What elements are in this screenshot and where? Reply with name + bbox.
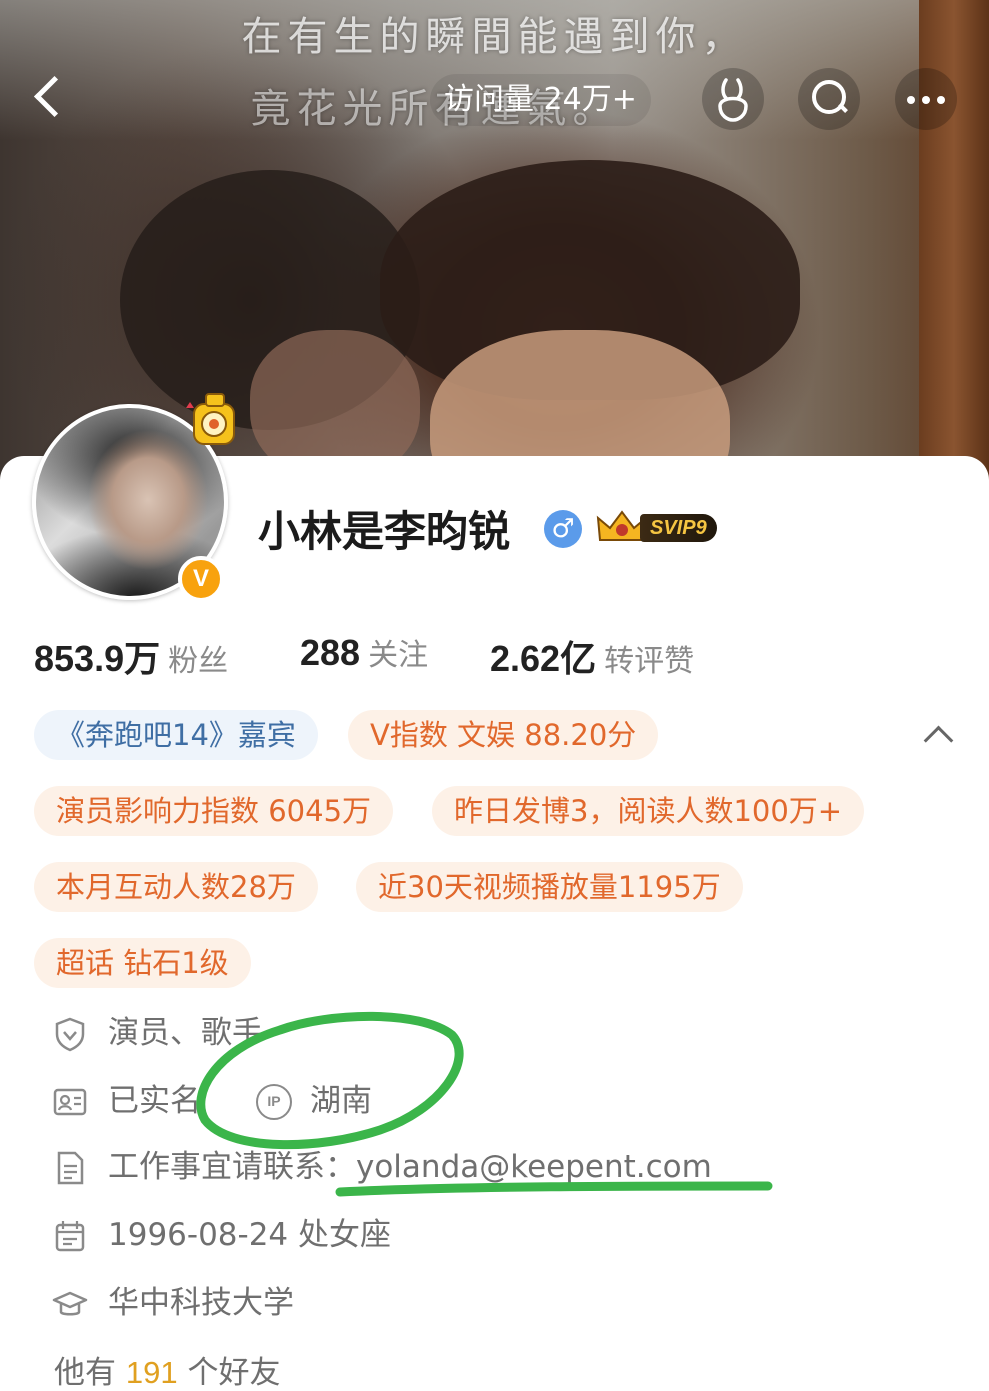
search-button[interactable]	[798, 68, 860, 130]
id-card-icon	[53, 1088, 87, 1116]
occupation-text: 演员、歌手	[108, 1015, 263, 1051]
male-gender-icon: ♂	[544, 510, 582, 548]
tag-show-guest[interactable]: 《奔跑吧14》嘉宾	[34, 710, 318, 760]
more-dot	[907, 96, 915, 104]
collapse-tags-button[interactable]	[918, 716, 962, 752]
tag-super-topic[interactable]: 超话 钻石1级	[34, 938, 251, 988]
cover-quote-line1: 在有生的瞬間能遇到你，	[241, 14, 748, 60]
rabbit-gesture-icon	[718, 78, 748, 122]
more-options-button[interactable]	[895, 68, 957, 130]
tag-video-plays[interactable]: 近30天视频播放量1195万	[356, 862, 743, 912]
tag-actor-influence[interactable]: 演员影响力指数 6045万	[34, 786, 394, 836]
verified-text: 已实名	[108, 1083, 201, 1119]
shield-icon	[55, 1017, 85, 1052]
friends-prefix: 他有	[54, 1355, 116, 1391]
document-icon	[57, 1151, 84, 1185]
tag-v-index[interactable]: V指数 文娱 88.20分	[348, 710, 659, 760]
top-navigation-bar: 访问量 24万+	[0, 60, 989, 140]
tag-yesterday-posts[interactable]: 昨日发博3，阅读人数100万+	[432, 786, 865, 836]
contact-email-link[interactable]: yolanda@keepent.com	[356, 1149, 712, 1185]
school-text: 华中科技大学	[108, 1285, 294, 1321]
svip-level: SVIP9	[640, 514, 717, 542]
birthday-text: 1996-08-24 处女座	[108, 1217, 392, 1253]
rabbit-gesture-button[interactable]	[702, 68, 764, 130]
stat-label: 转评赞	[604, 644, 695, 679]
stat-engagements[interactable]: 2.62亿 转评赞	[490, 630, 694, 682]
calendar-icon	[55, 1221, 85, 1252]
ip-icon: IP	[256, 1084, 292, 1120]
avatar-decoration-icon	[186, 393, 235, 445]
ip-location-text: 湖南	[310, 1083, 372, 1119]
profile-name: 小林是李昀锐	[258, 507, 511, 556]
stat-value: 853.9万	[34, 638, 161, 679]
stat-value: 288	[300, 632, 361, 673]
contact-prefix: 工作事宜请联系：	[108, 1149, 356, 1185]
graduation-cap-icon	[52, 1291, 88, 1316]
friends-number: 191	[125, 1355, 178, 1390]
back-button[interactable]	[22, 72, 72, 128]
more-dot	[922, 96, 930, 104]
contact-text: 工作事宜请联系：yolanda@keepent.com	[108, 1142, 712, 1192]
stat-value: 2.62亿	[490, 638, 597, 679]
stat-fans[interactable]: 853.9万 粉丝	[34, 630, 228, 682]
friends-count[interactable]: 他有 191 个好友	[54, 1348, 280, 1391]
tag-monthly-interactions[interactable]: 本月互动人数28万	[34, 862, 318, 912]
stat-label: 关注	[368, 638, 429, 673]
more-dot	[937, 96, 945, 104]
stat-following[interactable]: 288 关注	[300, 630, 428, 674]
verified-v-badge: V	[178, 556, 224, 602]
visit-count: 访问量 24万+	[430, 74, 651, 126]
stat-label: 粉丝	[168, 644, 229, 679]
avatar-container[interactable]: V	[32, 393, 235, 602]
svip-badge[interactable]: SVIP9	[594, 508, 730, 548]
friends-suffix: 个好友	[187, 1355, 281, 1391]
